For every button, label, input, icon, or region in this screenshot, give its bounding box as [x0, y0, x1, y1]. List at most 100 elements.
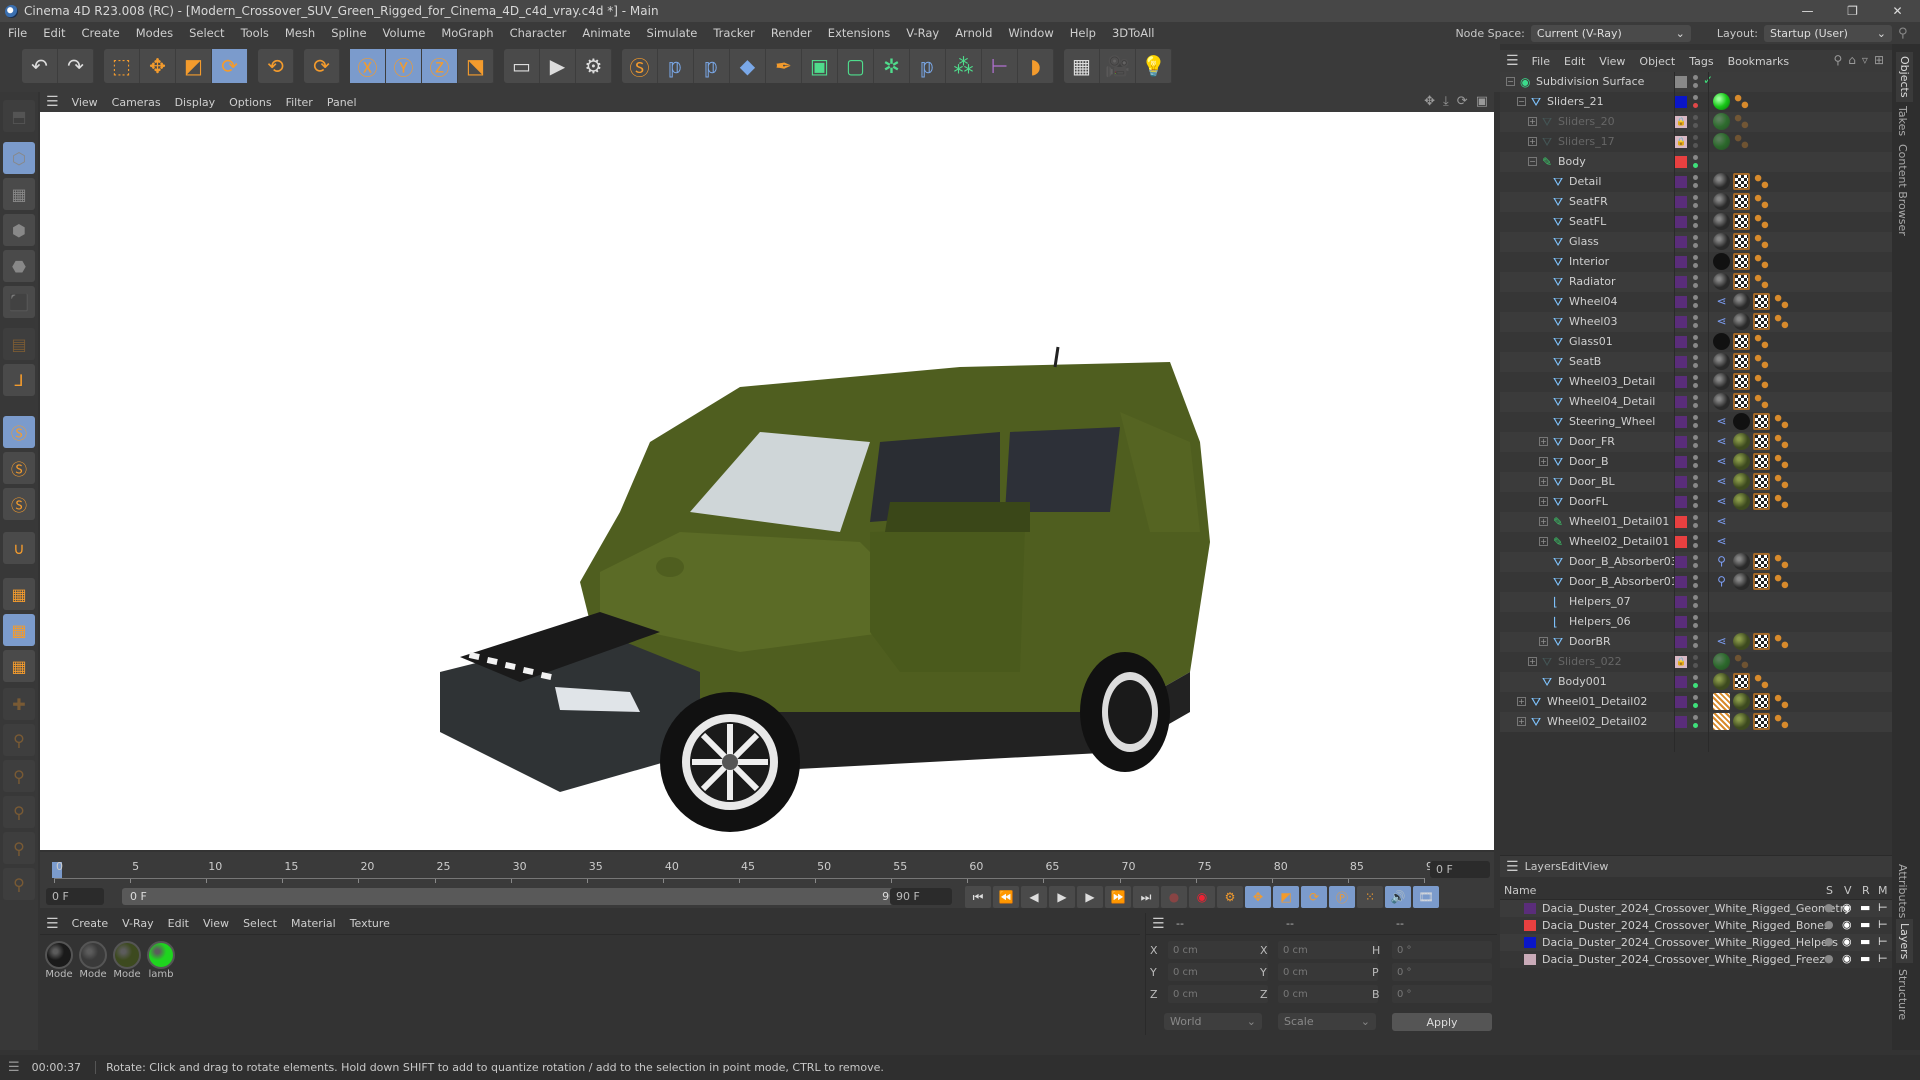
- visibility-dots[interactable]: [1693, 415, 1698, 429]
- expand-icon[interactable]: +: [1528, 117, 1537, 126]
- layer-render-icon[interactable]: ▬: [1860, 935, 1870, 948]
- menu-v-ray[interactable]: V-Ray: [898, 26, 947, 40]
- layer-color-swatch[interactable]: [1675, 536, 1687, 548]
- expand-icon[interactable]: +: [1539, 477, 1548, 486]
- ik-tag-icon[interactable]: ⋖: [1713, 473, 1730, 490]
- layer-color-swatch[interactable]: [1675, 356, 1687, 368]
- size-y-field[interactable]: 0 cm: [1278, 963, 1378, 981]
- extrude-button[interactable]: ▢: [838, 49, 874, 83]
- key-position-button[interactable]: ✥: [1245, 886, 1271, 908]
- layer-render-icon[interactable]: ▬: [1860, 952, 1870, 965]
- expand-icon[interactable]: +: [1539, 457, 1548, 466]
- layer-color-swatch[interactable]: [1675, 596, 1687, 608]
- y-axis-button[interactable]: Ⓨ: [386, 49, 422, 83]
- layer-render-column[interactable]: R: [1862, 884, 1870, 897]
- object-menu-bookmarks[interactable]: Bookmarks: [1721, 55, 1796, 68]
- object-row[interactable]: ⛛ Interior: [1500, 252, 1892, 272]
- layer-menu-edit[interactable]: Edit: [1561, 860, 1582, 873]
- material-tag-icon[interactable]: [1733, 313, 1750, 330]
- material-menu-view[interactable]: View: [196, 917, 236, 930]
- end-frame-field[interactable]: 90 F: [890, 888, 952, 905]
- visibility-dots[interactable]: [1693, 655, 1698, 669]
- vray-tag-icon[interactable]: [1753, 673, 1770, 690]
- layer-color-swatch[interactable]: [1524, 954, 1536, 965]
- layer-visible-icon[interactable]: ◉: [1842, 901, 1852, 914]
- object-row[interactable]: ⛛ Body001: [1500, 672, 1892, 692]
- uvw-tag-icon[interactable]: [1753, 433, 1770, 450]
- menu-create[interactable]: Create: [74, 26, 128, 40]
- constraint-tag-icon[interactable]: ⚲: [1713, 553, 1730, 570]
- layer-manager-icon[interactable]: ⊢: [1878, 918, 1888, 931]
- layer-color-swatch[interactable]: [1675, 196, 1687, 208]
- layer-color-swatch[interactable]: [1675, 96, 1687, 108]
- symmetry-button[interactable]: ⊢: [982, 49, 1018, 83]
- expand-icon[interactable]: +: [1517, 697, 1526, 706]
- python-button[interactable]: 𝕡: [910, 49, 946, 83]
- scale-mode-dropdown[interactable]: Scale ⌄: [1278, 1013, 1376, 1030]
- ik-tag-icon[interactable]: ⋖: [1713, 513, 1730, 530]
- visibility-dots[interactable]: [1693, 635, 1698, 649]
- python-button[interactable]: 𝕡: [694, 49, 730, 83]
- material-menu-create[interactable]: Create: [65, 917, 116, 930]
- pin-s-button[interactable]: ⚲: [3, 868, 35, 900]
- layer-lock-icon[interactable]: 🔒: [1675, 656, 1687, 668]
- layer-color-swatch[interactable]: [1675, 396, 1687, 408]
- pin-r-button[interactable]: ⚲: [3, 832, 35, 864]
- material-tag-icon[interactable]: [1733, 433, 1750, 450]
- vray-tag-icon[interactable]: [1753, 173, 1770, 190]
- menu-edit[interactable]: Edit: [35, 26, 73, 40]
- object-row[interactable]: + ⛛ Door_BL ⋖: [1500, 472, 1892, 492]
- render-view-button[interactable]: ▭: [504, 49, 540, 83]
- live-selection-button[interactable]: ⬚: [104, 49, 140, 83]
- uvw-tag-icon[interactable]: [1733, 333, 1750, 350]
- size-x-field[interactable]: 0 cm: [1278, 941, 1378, 959]
- visibility-dots[interactable]: [1693, 375, 1698, 389]
- material-tag-icon[interactable]: [1733, 453, 1750, 470]
- expand-icon[interactable]: +: [1539, 437, 1548, 446]
- expand-icon[interactable]: +: [1539, 497, 1548, 506]
- material-tag-icon[interactable]: [1733, 413, 1750, 430]
- collapse-icon[interactable]: −: [1528, 157, 1537, 166]
- visibility-dots[interactable]: [1693, 135, 1698, 149]
- uvw-tag-icon[interactable]: [1733, 673, 1750, 690]
- object-row[interactable]: ⛛ Wheel03 ⋖: [1500, 312, 1892, 332]
- vray-tag-icon[interactable]: [1773, 413, 1790, 430]
- material-tag-icon[interactable]: [1713, 673, 1730, 690]
- tab-attributes[interactable]: Attributes: [1896, 864, 1909, 918]
- object-row[interactable]: ⛛ Wheel04_Detail: [1500, 392, 1892, 412]
- object-menu-tags[interactable]: Tags: [1682, 55, 1720, 68]
- menu-help[interactable]: Help: [1062, 26, 1104, 40]
- light-button[interactable]: 💡: [1136, 49, 1172, 83]
- material-tag-icon[interactable]: [1713, 373, 1730, 390]
- viewport-menu-view[interactable]: View: [65, 96, 105, 109]
- dolly-icon[interactable]: ⤓: [1443, 94, 1449, 109]
- layer-color-swatch[interactable]: [1675, 76, 1687, 88]
- material-tag-icon[interactable]: [1713, 113, 1730, 130]
- material-tag-icon[interactable]: [1733, 293, 1750, 310]
- visibility-dots[interactable]: [1693, 195, 1698, 209]
- vray-tag-icon[interactable]: [1753, 253, 1770, 270]
- uvw-tag-icon[interactable]: [1733, 353, 1750, 370]
- layer-menu-view[interactable]: View: [1582, 860, 1608, 873]
- object-row[interactable]: + ⛛ Sliders_022 🔒: [1500, 652, 1892, 672]
- layer-color-swatch[interactable]: [1524, 903, 1536, 914]
- layer-color-swatch[interactable]: [1675, 376, 1687, 388]
- menu-render[interactable]: Render: [763, 26, 820, 40]
- object-row[interactable]: + ⛛ Sliders_20 🔒: [1500, 112, 1892, 132]
- visibility-dots[interactable]: [1693, 595, 1698, 609]
- vray-tag-icon[interactable]: [1753, 353, 1770, 370]
- vray-tag-icon[interactable]: [1773, 553, 1790, 570]
- menu-simulate[interactable]: Simulate: [639, 26, 706, 40]
- edges-mode-button[interactable]: ⬣: [3, 250, 35, 282]
- viewport-menu-options[interactable]: Options: [222, 96, 278, 109]
- material-swatch[interactable]: lamb: [146, 941, 176, 985]
- vray-tag-icon[interactable]: [1773, 633, 1790, 650]
- material-tag-icon[interactable]: [1713, 93, 1730, 110]
- material-swatch[interactable]: Mode: [44, 941, 74, 985]
- visibility-dots[interactable]: [1693, 395, 1698, 409]
- hamburger-icon[interactable]: ☰: [0, 1060, 28, 1075]
- visibility-dots[interactable]: [1693, 615, 1698, 629]
- vray-tag-icon[interactable]: [1733, 93, 1750, 110]
- record-keys-button[interactable]: ●: [1161, 886, 1187, 908]
- tab-layers[interactable]: Layers: [1896, 919, 1913, 964]
